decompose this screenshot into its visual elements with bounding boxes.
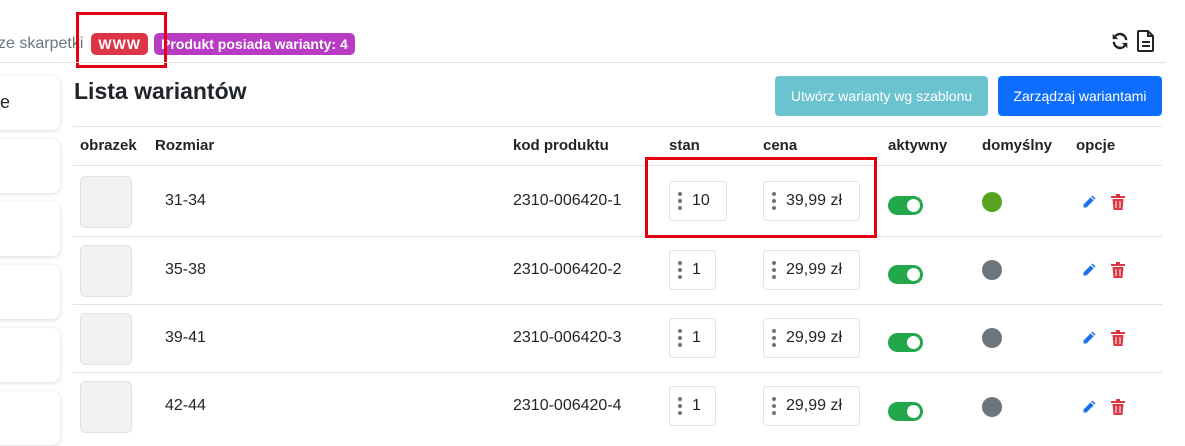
highlight-stock-price [645, 157, 877, 238]
default-indicator[interactable] [982, 260, 1002, 280]
col-stock: stan [669, 137, 700, 154]
sync-icon[interactable] [1109, 30, 1131, 57]
default-indicator[interactable] [982, 397, 1002, 417]
variant-code: 2310-006420-4 [513, 397, 622, 414]
active-toggle[interactable] [888, 265, 923, 284]
stock-input[interactable]: 1 [669, 250, 716, 290]
drag-handle-icon [678, 261, 682, 279]
active-toggle[interactable] [888, 402, 923, 421]
pencil-icon[interactable] [1081, 330, 1097, 351]
variant-code: 2310-006420-2 [513, 261, 622, 278]
variant-size: 39-41 [165, 329, 206, 346]
variant-thumbnail[interactable] [80, 313, 132, 365]
variant-size: 31-34 [165, 192, 206, 209]
create-from-template-button[interactable]: Utwórz warianty wg szablonu [775, 76, 988, 116]
variants-badge: Produkt posiada warianty: 4 [154, 33, 355, 55]
variant-size: 42-44 [165, 397, 206, 414]
page-title: Lista wariantów [74, 78, 247, 104]
col-price: cena [763, 137, 798, 154]
table-row: 31-34 2310-006420-1 10 39,99 zł [73, 166, 1162, 237]
table-header: obrazek Rozmiar kod produktu stan cena a… [73, 126, 1162, 166]
col-default: domyślny [982, 137, 1053, 154]
variant-thumbnail[interactable] [80, 245, 132, 297]
trash-icon[interactable] [1111, 262, 1125, 283]
active-toggle[interactable] [888, 333, 923, 352]
variant-code: 2310-006420-1 [513, 192, 622, 209]
pencil-icon[interactable] [1081, 194, 1097, 215]
drag-handle-icon [678, 397, 682, 415]
col-image: obrazek [80, 137, 137, 154]
price-input[interactable]: 29,99 zł [763, 250, 860, 290]
price-value: 29,99 zł [786, 329, 843, 346]
stock-input[interactable]: 1 [669, 318, 716, 358]
price-value: 29,99 zł [786, 397, 843, 414]
stock-input[interactable]: 1 [669, 386, 716, 426]
sidebar-card[interactable] [0, 391, 60, 445]
sidebar-card[interactable]: e [0, 76, 60, 130]
sidebar-card[interactable] [0, 202, 60, 256]
variant-code: 2310-006420-3 [513, 329, 622, 346]
col-options: opcje [1076, 137, 1116, 154]
col-active: aktywny [888, 137, 948, 154]
breadcrumb: ze skarpetki WWW Produkt posiada wariant… [0, 33, 355, 55]
header-icons [1109, 30, 1155, 57]
table-row: 39-41 2310-006420-3 1 29,99 zł [73, 305, 1162, 373]
default-indicator[interactable] [982, 192, 1002, 212]
trash-icon[interactable] [1111, 194, 1125, 215]
manage-variants-button[interactable]: Zarządzaj wariantami [998, 76, 1162, 116]
variant-thumbnail[interactable] [80, 381, 132, 433]
stock-value: 1 [692, 397, 701, 414]
pencil-icon[interactable] [1081, 399, 1097, 420]
price-value: 29,99 zł [786, 261, 843, 278]
sidebar-card[interactable] [0, 265, 60, 319]
table-row: 42-44 2310-006420-4 1 29,99 zł [73, 373, 1162, 441]
table-row: 35-38 2310-006420-2 1 29,99 zł [73, 237, 1162, 305]
variant-size: 35-38 [165, 261, 206, 278]
drag-handle-icon [772, 261, 776, 279]
sidebar-card[interactable] [0, 328, 60, 382]
sidebar-card[interactable] [0, 139, 60, 193]
active-toggle[interactable] [888, 196, 923, 215]
drag-handle-icon [678, 329, 682, 347]
highlight-www [76, 12, 167, 68]
breadcrumb-text: ze skarpetki [0, 35, 84, 52]
drag-handle-icon [772, 329, 776, 347]
sidebar-card-label: e [0, 92, 11, 112]
file-icon[interactable] [1137, 30, 1155, 57]
trash-icon[interactable] [1111, 399, 1125, 420]
col-size: Rozmiar [155, 137, 215, 154]
col-code: kod produktu [513, 137, 609, 154]
pencil-icon[interactable] [1081, 262, 1097, 283]
stock-value: 1 [692, 329, 701, 346]
trash-icon[interactable] [1111, 330, 1125, 351]
price-input[interactable]: 29,99 zł [763, 318, 860, 358]
default-indicator[interactable] [982, 328, 1002, 348]
header-divider [0, 62, 1166, 63]
variant-thumbnail[interactable] [80, 176, 132, 228]
drag-handle-icon [772, 397, 776, 415]
price-input[interactable]: 29,99 zł [763, 386, 860, 426]
stock-value: 1 [692, 261, 701, 278]
